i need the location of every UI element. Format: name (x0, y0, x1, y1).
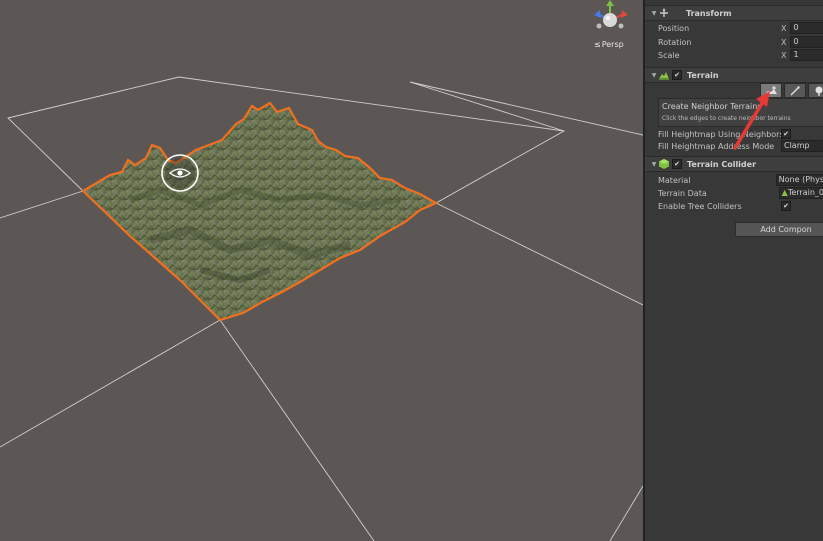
tree-colliders-row: Enable Tree Colliders ✔ (658, 200, 823, 212)
terrain-data-field[interactable]: ▲Terrain_0 (778, 187, 823, 199)
tree-colliders-checkbox[interactable]: ✔ (781, 201, 791, 211)
rotation-label: Rotation (658, 37, 692, 47)
rotation-row: Rotation X0 (658, 36, 823, 48)
terrain-tool-bar (760, 83, 823, 98)
fold-arrow-icon[interactable]: ▼ (649, 161, 659, 168)
material-label: Material (658, 175, 691, 185)
scene-grid (0, 76, 643, 541)
terrain-title: Terrain (687, 70, 719, 80)
paint-trees-tool-icon[interactable] (808, 83, 823, 98)
persp-toggle[interactable]: ≤ Persp (594, 40, 624, 49)
position-row: Position X0 (658, 22, 823, 34)
paint-terrain-tool-icon[interactable] (784, 83, 806, 98)
transform-header[interactable]: ▼ Transform (645, 5, 823, 21)
position-x-field[interactable]: 0 (790, 22, 823, 34)
rotation-x-field[interactable]: 0 (790, 36, 823, 48)
scale-row: Scale X1 (658, 49, 823, 61)
address-mode-row: Fill Heightmap Address Mode Clamp (658, 140, 823, 152)
collider-title: Terrain Collider (687, 159, 757, 169)
terrain-header[interactable]: ▼ ✔ Terrain (645, 67, 823, 83)
fill-heightmap-label: Fill Heightmap Using Neighbors (658, 129, 784, 139)
terrain-component-icon (659, 70, 669, 80)
fold-arrow-icon[interactable]: ▼ (649, 10, 659, 17)
add-component-button[interactable]: Add Compon (735, 222, 823, 237)
terrain-collider-header[interactable]: ▼ ✔ Terrain Collider (645, 156, 823, 172)
scale-label: Scale (658, 50, 680, 60)
transform-title: Transform (686, 8, 732, 18)
eye-icon[interactable] (161, 154, 199, 192)
persp-label: Persp (601, 40, 624, 49)
fold-arrow-icon[interactable]: ▼ (649, 72, 659, 79)
transform-icon (659, 8, 669, 18)
rotation-axis: X (781, 37, 787, 47)
terrain-enabled-checkbox[interactable]: ✔ (672, 70, 682, 80)
fill-heightmap-checkbox[interactable]: ✔ (781, 129, 791, 139)
position-label: Position (658, 23, 690, 33)
persp-glyph-icon: ≤ (594, 40, 601, 49)
scale-x-field[interactable]: 1 (790, 49, 823, 61)
scale-axis: X (781, 50, 787, 60)
tree-colliders-label: Enable Tree Colliders (658, 201, 742, 211)
fill-heightmap-row: Fill Heightmap Using Neighbors ✔ (658, 128, 823, 140)
material-row: Material None (Phys (658, 174, 823, 186)
terrain-mesh[interactable] (81, 101, 439, 322)
collider-enabled-checkbox[interactable]: ✔ (672, 159, 682, 169)
scene-view[interactable]: ≤ Persp (0, 0, 643, 541)
material-field[interactable]: None (Phys (775, 174, 823, 186)
neighbor-title: Create Neighbor Terrains (662, 102, 762, 111)
orientation-gizmo-icon[interactable] (584, 0, 636, 36)
create-neighbor-terrains-panel: Create Neighbor Terrains Click the edges… (658, 98, 823, 127)
position-axis: X (781, 23, 787, 33)
terrain-data-label: Terrain Data (658, 188, 707, 198)
address-mode-label: Fill Heightmap Address Mode (658, 141, 775, 151)
collider-icon (659, 159, 669, 169)
address-mode-dropdown[interactable]: Clamp (781, 140, 823, 152)
neighbor-hint: Click the edges to create neighbor terra… (662, 115, 791, 122)
terrain-data-value: Terrain_0 (787, 188, 823, 197)
inspector-panel: ▼ Transform Position X0 Rotation X0 Scal… (643, 0, 823, 541)
terrain-data-row: Terrain Data ▲Terrain_0 (658, 187, 823, 199)
create-neighbor-terrain-tool-icon[interactable] (760, 83, 782, 98)
